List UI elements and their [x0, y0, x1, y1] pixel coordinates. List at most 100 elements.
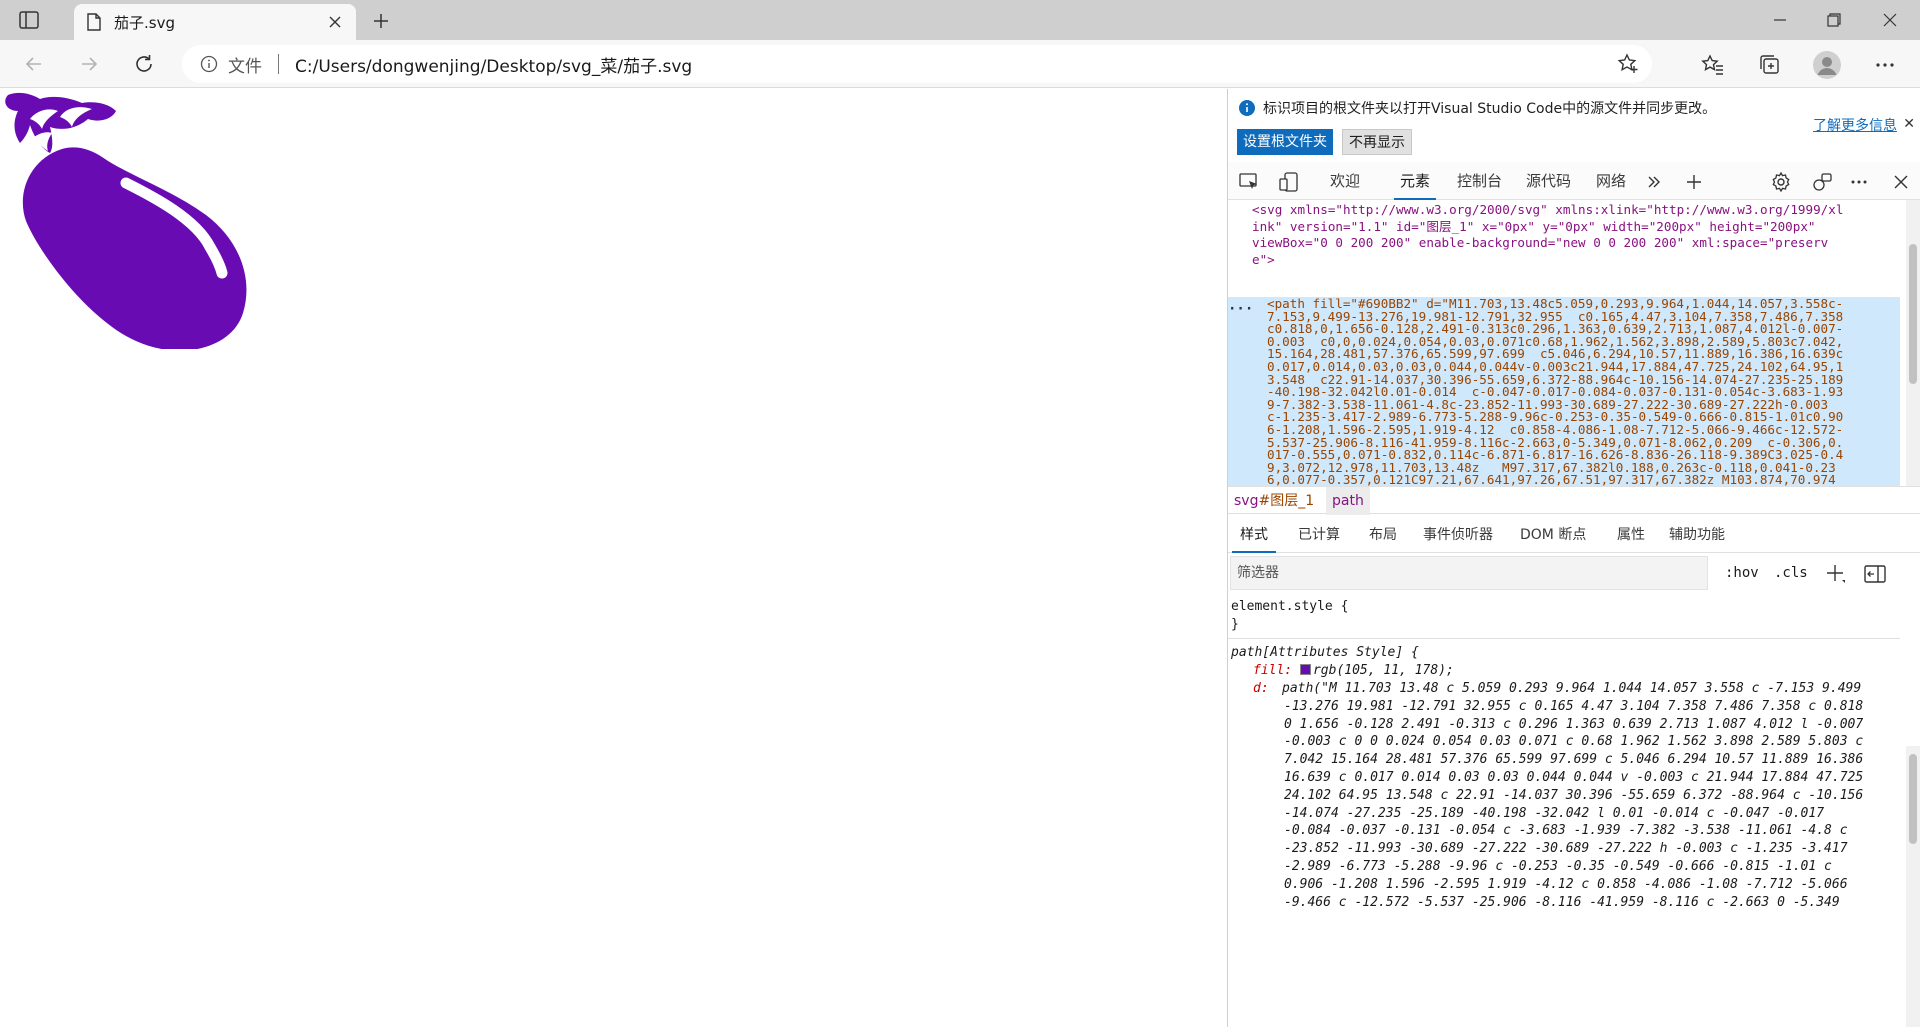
fill-declaration[interactable]: fill: rgb(105, 11, 178); [1253, 662, 1454, 680]
tab-network[interactable]: 网络 [1596, 162, 1626, 200]
tab-event-listeners[interactable]: 事件侦听器 [1423, 517, 1493, 553]
browser-tab[interactable]: 茄子.svg [74, 4, 356, 40]
d-value-line: 0.906 -1.208 1.596 -2.595 1.919 -4.12 c … [1284, 876, 1848, 892]
tab-elements[interactable]: 元素 [1394, 162, 1437, 200]
tab-accessibility[interactable]: 辅助功能 [1669, 517, 1725, 553]
dom-line[interactable]: e"> [1252, 252, 1275, 269]
favorites-icon[interactable] [1698, 50, 1728, 80]
add-tab-icon[interactable] [1682, 170, 1706, 194]
collections-icon[interactable] [1755, 50, 1785, 80]
infobar-close-icon[interactable]: ✕ [1903, 116, 1915, 132]
dom-line[interactable]: viewBox="0 0 200 200" enable-background=… [1252, 235, 1828, 252]
refresh-icon[interactable] [128, 48, 160, 80]
add-favorite-icon[interactable] [1616, 52, 1640, 76]
styles-tab-bar: 样式 已计算 布局 事件侦听器 DOM 断点 属性 辅助功能 [1228, 517, 1920, 553]
close-window-icon[interactable] [1862, 0, 1918, 40]
minimize-icon[interactable] [1752, 0, 1808, 40]
d-value-line: -13.276 19.981 -12.791 32.955 c 0.165 4.… [1284, 698, 1864, 714]
tab-computed[interactable]: 已计算 [1298, 517, 1340, 553]
tab-console[interactable]: 控制台 [1457, 162, 1502, 200]
tab-strip: 茄子.svg [0, 0, 1920, 40]
devtools-infobar: 标识项目的根文件夹以打开Visual Studio Code中的源文件并同步更改… [1228, 89, 1920, 157]
dom-line[interactable]: 6,0.077-0.357,0.121C97.21,67.641,97.26,6… [1267, 474, 1836, 486]
tab-styles[interactable]: 样式 [1232, 517, 1276, 553]
attributes-style-selector: path[Attributes Style] { [1231, 645, 1419, 660]
tab-sources[interactable]: 源代码 [1526, 162, 1571, 200]
d-value-line: -0.084 -0.037 -0.131 -0.054 c -3.683 -1.… [1284, 823, 1848, 839]
new-tab-button[interactable] [368, 8, 394, 34]
d-value-line: -2.989 -6.773 -5.288 -9.96 c -0.253 -0.3… [1284, 859, 1832, 874]
d-value-line: 7.042 15.164 28.481 57.376 65.599 97.699… [1284, 752, 1864, 768]
styles-scroll-thumb[interactable] [1909, 754, 1917, 844]
node-actions-ellipsis[interactable]: ··· [1228, 299, 1253, 320]
set-root-folder-button[interactable]: 设置根文件夹 [1237, 129, 1333, 155]
d-value-line: -14.074 -27.235 -25.189 -40.198 -32.042 … [1284, 805, 1825, 821]
feedback-icon[interactable] [1810, 170, 1834, 194]
more-options-icon[interactable] [1870, 50, 1900, 80]
tab-layout[interactable]: 布局 [1369, 517, 1397, 553]
dont-show-again-button[interactable]: 不再显示 [1342, 129, 1412, 155]
d-value-line: path("M 11.703 13.48 c 5.059 0.293 9.964… [1282, 681, 1862, 696]
devtools-more-icon[interactable] [1847, 170, 1871, 194]
breadcrumb-svg-tag: svg [1234, 493, 1259, 509]
dom-tree-scroll-thumb[interactable] [1909, 244, 1917, 384]
cls-toggle[interactable]: .cls [1774, 556, 1808, 590]
more-tabs-chevron-icon[interactable] [1642, 170, 1666, 194]
d-declaration[interactable]: d: [1253, 680, 1269, 698]
learn-more-link[interactable]: 了解更多信息 [1813, 115, 1897, 135]
toggle-sidebar-icon[interactable] [1864, 564, 1886, 584]
element-style-close: } [1231, 617, 1239, 632]
d-value-line: -23.852 -11.993 -30.689 -27.222 -30.689 … [1284, 841, 1848, 857]
profile-avatar-icon[interactable] [1812, 50, 1842, 80]
eggplant-image [0, 89, 250, 349]
tab-title: 茄子.svg [114, 13, 175, 32]
devtools-panel: 标识项目的根文件夹以打开Visual Studio Code中的源文件并同步更改… [1227, 89, 1920, 1027]
inspect-element-icon[interactable] [1237, 170, 1261, 194]
d-value-line: -9.466 c -12.572 -5.537 -25.906 -8.116 -… [1284, 894, 1840, 910]
device-emulation-icon[interactable] [1277, 170, 1301, 194]
styles-scrollbar[interactable] [1906, 746, 1920, 1027]
dom-tree-scrollbar[interactable] [1906, 200, 1920, 486]
fill-value: rgb(105, 11, 178); [1312, 663, 1454, 678]
back-icon[interactable] [18, 48, 50, 80]
infobar-message: 标识项目的根文件夹以打开Visual Studio Code中的源文件并同步更改… [1263, 101, 1717, 117]
dom-tree[interactable]: ··· <svg xmlns="http://www.w3.org/2000/s… [1228, 200, 1900, 486]
styles-pane: element.style { } path[Attributes Style]… [1228, 594, 1900, 1027]
devtools-tab-bar: 欢迎 元素 控制台 源代码 网络 [1228, 162, 1920, 200]
file-icon [86, 13, 102, 31]
breadcrumb: svg#图层_1 path [1228, 486, 1920, 515]
new-style-rule-icon[interactable] [1825, 563, 1847, 585]
browser-toolbar: 文件 C:/Users/dongwenjing/Desktop/svg_菜/茄子… [0, 40, 1920, 88]
dom-line[interactable]: <svg xmlns="http://www.w3.org/2000/svg" … [1252, 202, 1843, 219]
tab-welcome[interactable]: 欢迎 [1330, 162, 1360, 200]
close-tab-icon[interactable] [324, 11, 346, 33]
element-style-open[interactable]: element.style { [1231, 598, 1348, 616]
d-value-line: 24.102 64.95 13.548 c 22.91 -14.037 30.3… [1284, 787, 1864, 803]
dom-line[interactable]: ink" version="1.1" id="图层_1" x="0px" y="… [1252, 219, 1816, 236]
address-bar[interactable]: 文件 C:/Users/dongwenjing/Desktop/svg_菜/茄子… [182, 45, 1652, 83]
rule-divider [1228, 638, 1900, 639]
breadcrumb-path[interactable]: path [1326, 487, 1370, 515]
settings-gear-icon[interactable] [1769, 170, 1793, 194]
tab-dom-breakpoints[interactable]: DOM 断点 [1520, 517, 1586, 553]
restore-icon[interactable] [1806, 0, 1862, 40]
d-value-line: -0.003 c 0 0 0.024 0.054 0.03 0.071 c 0.… [1284, 734, 1864, 750]
d-value-line: 16.639 c 0.017 0.014 0.03 0.03 0.044 0.0… [1284, 770, 1864, 785]
d-value-line: 0 1.656 -0.128 2.491 -0.313 c 0.296 1.36… [1284, 716, 1864, 732]
info-icon[interactable] [200, 55, 218, 73]
fill-property: fill: [1253, 663, 1293, 678]
tab-properties[interactable]: 属性 [1617, 517, 1645, 553]
styles-filter-input[interactable]: 筛选器 [1230, 556, 1708, 590]
forward-icon[interactable] [73, 48, 105, 80]
address-separator [278, 54, 279, 74]
d-property: d: [1253, 681, 1269, 696]
breadcrumb-svg-id: #图层_1 [1258, 493, 1315, 509]
tab-actions-icon[interactable] [18, 9, 40, 31]
hov-toggle[interactable]: :hov [1725, 556, 1759, 590]
address-scheme: 文件 [228, 56, 262, 77]
breadcrumb-svg[interactable]: svg#图层_1 [1228, 487, 1320, 515]
color-swatch[interactable] [1299, 664, 1311, 675]
address-url[interactable]: C:/Users/dongwenjing/Desktop/svg_菜/茄子.sv… [295, 52, 692, 77]
devtools-close-icon[interactable] [1889, 170, 1913, 194]
info-circle-icon [1238, 99, 1256, 117]
